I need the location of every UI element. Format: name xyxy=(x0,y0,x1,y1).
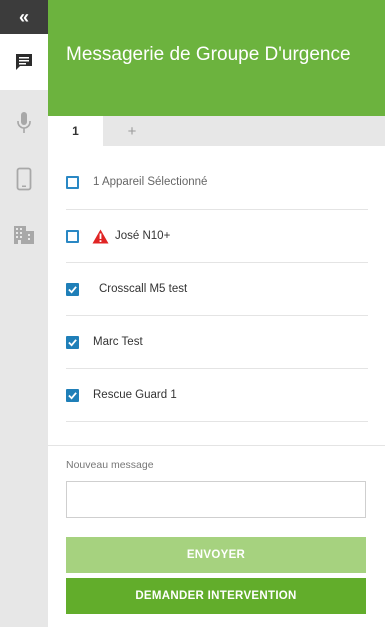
selected-count-label: 1 Appareil Sélectionné xyxy=(93,176,208,188)
page-title: Messagerie de Groupe D'urgence xyxy=(66,44,351,65)
select-all-checkbox[interactable] xyxy=(66,175,79,189)
checkmark-icon xyxy=(68,285,77,294)
device-name: Marc Test xyxy=(93,336,143,348)
warning-icon xyxy=(92,229,109,244)
device-name: José N10+ xyxy=(115,230,171,242)
sidebar-item-messaging[interactable] xyxy=(0,34,48,90)
device-row: Marc Test xyxy=(66,316,368,369)
send-button[interactable]: ENVOYER xyxy=(66,537,366,573)
device-checkbox[interactable] xyxy=(66,388,79,402)
device-row: Crosscall M5 test xyxy=(66,263,368,316)
message-input[interactable] xyxy=(66,481,366,518)
select-all-row: 1 Appareil Sélectionné xyxy=(66,155,368,210)
sidebar-item-sites[interactable] xyxy=(0,207,48,263)
tab-group-1[interactable]: 1 xyxy=(48,116,103,146)
double-chevron-left-icon: « xyxy=(18,7,29,27)
request-intervention-button[interactable]: DEMANDER INTERVENTION xyxy=(66,578,366,614)
collapse-sidebar-button[interactable]: « xyxy=(0,0,48,34)
device-list: 1 Appareil Sélectionné José N10+ Crossca… xyxy=(66,155,368,422)
mobile-device-icon xyxy=(16,167,32,191)
device-checkbox[interactable] xyxy=(66,282,79,296)
device-name: Rescue Guard 1 xyxy=(93,389,177,401)
checkmark-icon xyxy=(68,338,77,347)
device-checkbox[interactable] xyxy=(66,229,79,243)
device-row: José N10+ xyxy=(66,210,368,263)
device-checkbox[interactable] xyxy=(66,335,79,349)
sidebar-item-devices[interactable] xyxy=(0,151,48,207)
device-name: Crosscall M5 test xyxy=(99,283,188,295)
chat-icon xyxy=(16,54,32,70)
tab-bar: 1 + xyxy=(48,116,385,146)
message-label: Nouveau message xyxy=(66,459,154,471)
add-tab-button[interactable]: + xyxy=(114,116,150,146)
checkmark-icon xyxy=(68,391,77,400)
page-header: Messagerie de Groupe D'urgence xyxy=(48,0,385,116)
device-row: Rescue Guard 1 xyxy=(66,369,368,422)
section-divider xyxy=(48,445,385,446)
sidebar-item-voice[interactable] xyxy=(0,95,48,151)
sidebar: « xyxy=(0,0,48,627)
microphone-icon xyxy=(17,112,31,133)
building-icon xyxy=(14,226,34,244)
